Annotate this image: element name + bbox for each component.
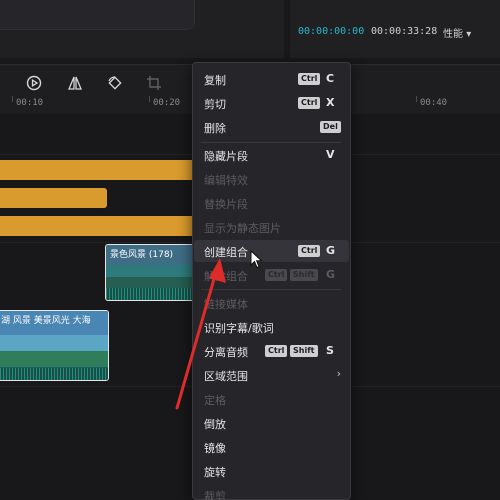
menu-item-link-media[interactable]: 链接媒体 — [194, 292, 349, 314]
menu-item-label: 剪切 — [204, 98, 226, 111]
current-time: 00:00:00:00 — [298, 26, 365, 37]
text-track-bar[interactable] — [0, 216, 196, 236]
ruler-tick — [416, 96, 417, 102]
play-circle-icon[interactable] — [26, 75, 42, 91]
menu-item-cut[interactable]: 剪切 Ctrl X — [194, 92, 349, 114]
menu-item-crop[interactable]: 裁剪 — [194, 484, 349, 500]
menu-item-label: 倒放 — [204, 418, 226, 431]
menu-item-mirror[interactable]: 镜像 — [194, 436, 349, 458]
menu-item-region-range[interactable]: 区域范围 › — [194, 364, 349, 386]
menu-item-edit-effect[interactable]: 编辑特效 — [194, 168, 349, 190]
chevron-right-icon: › — [336, 367, 341, 380]
shortcut-key: S — [326, 344, 334, 357]
menu-item-hide-clip[interactable]: 隐藏片段 V — [194, 144, 349, 166]
menu-item-label: 显示为静态图片 — [204, 222, 281, 235]
shortcut-modifier: Ctrl — [298, 97, 321, 109]
performance-label: 性能 — [443, 29, 463, 40]
menu-item-label: 识别字幕/歌词 — [204, 322, 274, 335]
ruler-tick — [149, 96, 150, 102]
menu-item-label: 旋转 — [204, 466, 226, 479]
text-track-bar[interactable] — [0, 188, 107, 208]
shortcut-modifier: Shift — [290, 345, 318, 357]
shortcut-key: V — [326, 148, 335, 161]
menu-divider — [201, 142, 341, 143]
menu-item-label: 定格 — [204, 394, 226, 407]
clip-title: 湖 风景 美景风光 大海 — [1, 316, 91, 326]
menu-item-label: 替换片段 — [204, 198, 248, 211]
menu-item-label: 复制 — [204, 74, 226, 87]
menu-item-freeze[interactable]: 定格 — [194, 388, 349, 410]
menu-item-copy[interactable]: 复制 Ctrl C — [194, 68, 349, 90]
menu-item-label: 删除 — [204, 122, 226, 135]
menu-item-label: 编辑特效 — [204, 174, 248, 187]
menu-item-recognize-subtitles[interactable]: 识别字幕/歌词 — [194, 316, 349, 338]
shortcut-modifier: Ctrl — [265, 345, 288, 357]
shortcut-modifier: Ctrl — [298, 73, 321, 85]
shortcut-modifier: Ctrl — [298, 245, 321, 257]
menu-item-separate-audio[interactable]: 分离音频 Ctrl Shift S — [194, 340, 349, 362]
menu-item-show-as-still[interactable]: 显示为静态图片 — [194, 216, 349, 238]
text-track-bar[interactable] — [0, 160, 196, 180]
menu-item-label: 分离音频 — [204, 346, 248, 359]
shortcut-key: X — [326, 96, 335, 109]
ruler-tick — [12, 96, 13, 102]
mirror-icon[interactable] — [67, 75, 83, 91]
shortcut-modifier: Ctrl — [265, 269, 288, 281]
menu-divider — [201, 289, 341, 290]
menu-item-rotate[interactable]: 旋转 — [194, 460, 349, 482]
menu-item-label: 创建组合 — [204, 246, 248, 259]
menu-item-label: 解除组合 — [204, 270, 248, 283]
total-time: 00:00:33:28 — [371, 26, 438, 37]
menu-item-label: 区域范围 — [204, 370, 248, 383]
media-panel-inner — [0, 0, 195, 30]
rotate-icon[interactable] — [107, 75, 123, 91]
performance-dropdown[interactable]: 性能 ▾ — [443, 25, 471, 40]
menu-item-delete[interactable]: 删除 Del — [194, 116, 349, 138]
video-clip[interactable]: 湖 风景 美景风光 大海 — [0, 310, 109, 381]
shortcut-modifier: Shift — [290, 269, 318, 281]
ruler-tick-label: 00:10 — [16, 98, 44, 108]
clip-thumbnail-ground — [0, 351, 108, 367]
menu-item-reverse[interactable]: 倒放 — [194, 412, 349, 434]
clip-thumbnail-water — [106, 265, 196, 277]
menu-item-label: 裁剪 — [204, 490, 226, 500]
video-clip[interactable]: 景色风景 (178) — [105, 244, 197, 301]
menu-item-label: 镜像 — [204, 442, 226, 455]
chevron-down-icon: ▾ — [466, 29, 472, 40]
editor-window: 00:00:00:00 00:00:33:28 性能 ▾ 00:10 00:20… — [0, 0, 500, 500]
ruler-tick-label: 00:40 — [420, 98, 448, 108]
menu-item-label: 链接媒体 — [204, 298, 248, 311]
shortcut-key: G — [326, 268, 336, 281]
menu-item-replace-clip[interactable]: 替换片段 — [194, 192, 349, 214]
menu-item-create-group[interactable]: 创建组合 Ctrl G — [194, 240, 349, 262]
shortcut-key: C — [326, 72, 335, 85]
ruler-tick-label: 00:20 — [153, 98, 181, 108]
clip-thumbnail-water — [0, 335, 108, 351]
audio-waveform — [106, 288, 196, 300]
shortcut-modifier: Del — [320, 121, 341, 133]
menu-item-label: 隐藏片段 — [204, 150, 248, 163]
audio-waveform — [0, 368, 108, 380]
clip-title: 景色风景 (178) — [110, 250, 174, 260]
media-panel — [0, 0, 284, 58]
context-menu: 复制 Ctrl C 剪切 Ctrl X 删除 Del 隐藏片段 V 编辑特效 替… — [192, 62, 351, 500]
shortcut-key: G — [326, 244, 336, 257]
mouse-cursor-icon — [250, 250, 263, 269]
menu-item-ungroup[interactable]: 解除组合 Ctrl Shift G — [194, 264, 349, 286]
crop-icon[interactable] — [146, 75, 162, 91]
